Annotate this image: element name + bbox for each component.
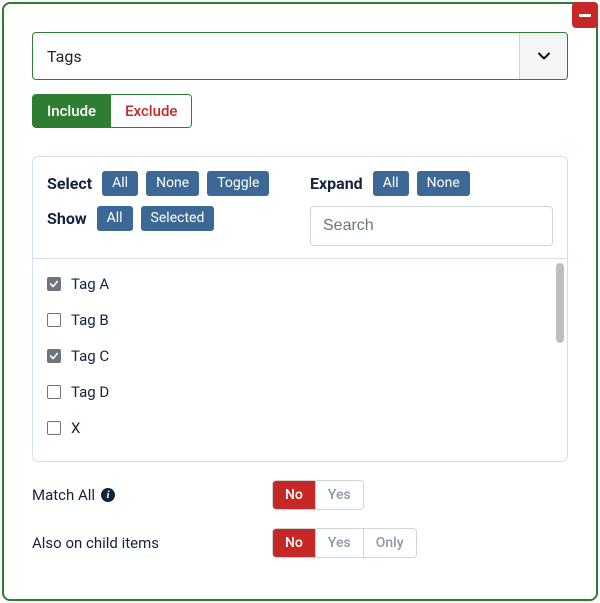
checkbox[interactable]: [47, 313, 61, 327]
select-none-button[interactable]: None: [146, 171, 199, 196]
child-items-yes[interactable]: Yes: [315, 529, 363, 557]
select-toggle-button[interactable]: Toggle: [207, 171, 269, 196]
select-label: Select: [47, 174, 92, 193]
minus-icon: [579, 14, 591, 17]
match-all-yes[interactable]: Yes: [315, 481, 363, 509]
search-row: [310, 206, 553, 246]
filter-panel: Tags Include Exclude Select All None Tog…: [2, 2, 598, 601]
tag-list-wrap: Tag A Tag B Tag C Tag D X: [33, 259, 567, 461]
include-button[interactable]: Include: [33, 95, 110, 127]
exclude-button[interactable]: Exclude: [110, 95, 191, 127]
dropdown-label: Tags: [47, 47, 82, 66]
list-item[interactable]: Tag A: [47, 275, 553, 293]
remove-panel-button[interactable]: [572, 2, 598, 28]
search-input[interactable]: [310, 206, 553, 246]
selector-header: Select All None Toggle Show All Selected…: [33, 157, 567, 259]
expand-none-button[interactable]: None: [417, 171, 470, 196]
match-all-label: Match All i: [32, 486, 272, 504]
match-all-toggle: No Yes: [272, 480, 364, 510]
chevron-down-icon: [519, 33, 567, 79]
list-item-label: Tag C: [71, 347, 109, 365]
scrollbar[interactable]: [556, 263, 564, 457]
show-all-button[interactable]: All: [97, 206, 133, 231]
filter-type-dropdown[interactable]: Tags: [32, 32, 568, 80]
show-row: Show All Selected: [47, 206, 290, 231]
include-exclude-toggle: Include Exclude: [32, 94, 192, 128]
scrollbar-thumb[interactable]: [556, 263, 564, 343]
child-items-label: Also on child items: [32, 534, 272, 552]
show-selected-button[interactable]: Selected: [141, 206, 215, 231]
list-item[interactable]: Tag D: [47, 383, 553, 401]
expand-all-button[interactable]: All: [373, 171, 409, 196]
match-all-no[interactable]: No: [273, 481, 315, 509]
list-item[interactable]: Tag B: [47, 311, 553, 329]
select-all-button[interactable]: All: [102, 171, 138, 196]
expand-label: Expand: [310, 174, 363, 193]
list-item[interactable]: X: [47, 419, 553, 437]
list-item[interactable]: Tag C: [47, 347, 553, 365]
tag-selector: Select All None Toggle Show All Selected…: [32, 156, 568, 462]
child-items-toggle: No Yes Only: [272, 528, 417, 558]
list-item-label: X: [71, 419, 80, 437]
chevron-svg: [536, 48, 552, 64]
checkbox[interactable]: [47, 385, 61, 399]
match-all-row: Match All i No Yes: [32, 480, 568, 510]
expand-row: Expand All None: [310, 171, 553, 196]
list-item-label: Tag D: [71, 383, 109, 401]
child-items-only[interactable]: Only: [363, 529, 416, 557]
list-item-label: Tag A: [71, 275, 109, 293]
select-row: Select All None Toggle: [47, 171, 290, 196]
list-item-label: Tag B: [71, 311, 109, 329]
info-icon[interactable]: i: [101, 488, 115, 502]
checkbox[interactable]: [47, 277, 61, 291]
checkbox[interactable]: [47, 349, 61, 363]
right-actions-column: Expand All None: [310, 171, 553, 246]
show-label: Show: [47, 209, 87, 228]
left-actions-column: Select All None Toggle Show All Selected: [47, 171, 290, 246]
checkbox[interactable]: [47, 421, 61, 435]
child-items-no[interactable]: No: [273, 529, 315, 557]
match-all-text: Match All: [32, 486, 95, 504]
tag-list: Tag A Tag B Tag C Tag D X: [33, 259, 567, 445]
child-items-row: Also on child items No Yes Only: [32, 528, 568, 558]
